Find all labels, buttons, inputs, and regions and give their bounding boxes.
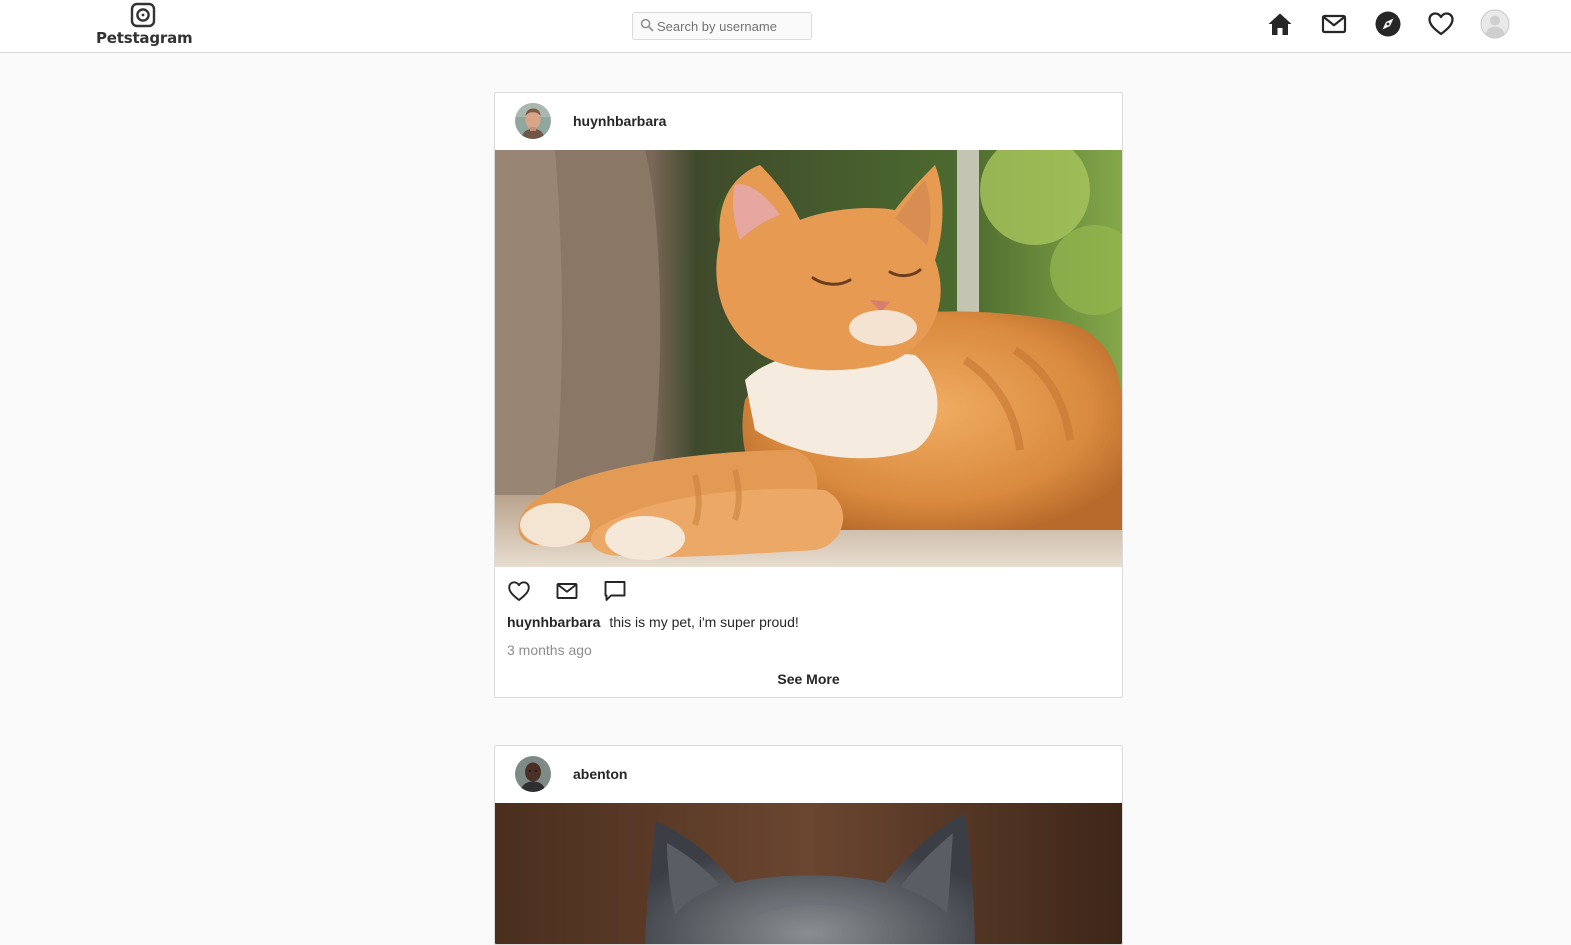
post-image[interactable] — [495, 150, 1122, 567]
camera-logo-icon — [130, 2, 156, 28]
post-header: huynhbarbara — [495, 93, 1122, 150]
nav-messages-button[interactable] — [1320, 10, 1348, 38]
post-author-avatar[interactable] — [515, 103, 551, 139]
heart-icon — [1428, 12, 1454, 36]
mail-icon — [556, 583, 578, 599]
post-author-username[interactable]: huynhbarbara — [573, 113, 666, 129]
home-icon — [1268, 13, 1292, 35]
like-button[interactable] — [507, 579, 531, 603]
post-caption: huynhbarbara this is my pet, i'm super pr… — [495, 609, 1122, 635]
feed-post: huynhbarbara huynhbarbara this is my pet… — [494, 92, 1123, 698]
search-icon — [640, 18, 654, 32]
compass-icon — [1375, 11, 1401, 37]
see-more-button[interactable]: See More — [495, 665, 1122, 697]
post-timestamp: 3 months ago — [507, 642, 592, 658]
feed-post: abenton — [494, 745, 1123, 945]
cat-photo — [495, 803, 1122, 944]
nav-profile-button[interactable] — [1480, 9, 1510, 39]
top-nav-bar: Petstagram — [0, 0, 1571, 53]
user-avatar-photo — [515, 103, 551, 139]
post-author-avatar[interactable] — [515, 756, 551, 792]
nav-explore-button[interactable] — [1374, 10, 1402, 38]
comment-icon — [604, 581, 626, 601]
mail-icon — [1321, 14, 1347, 34]
post-header: abenton — [495, 746, 1122, 803]
caption-text: this is my pet, i'm super proud! — [609, 614, 799, 630]
nav-activity-button[interactable] — [1427, 10, 1455, 38]
post-image[interactable] — [495, 803, 1122, 944]
caption-username[interactable]: huynhbarbara — [507, 614, 600, 630]
brand-home-link[interactable]: Petstagram — [96, 2, 193, 50]
brand-name: Petstagram — [96, 29, 193, 47]
share-message-button[interactable] — [555, 579, 579, 603]
avatar-icon — [1480, 9, 1510, 39]
post-actions — [495, 567, 1122, 609]
heart-icon — [508, 581, 530, 601]
post-author-username[interactable]: abenton — [573, 766, 627, 782]
user-avatar-photo — [515, 756, 551, 792]
nav-home-button[interactable] — [1266, 10, 1294, 38]
search-box[interactable] — [632, 12, 812, 40]
comment-button[interactable] — [603, 579, 627, 603]
search-input[interactable] — [655, 15, 807, 37]
cat-photo — [495, 150, 1122, 567]
